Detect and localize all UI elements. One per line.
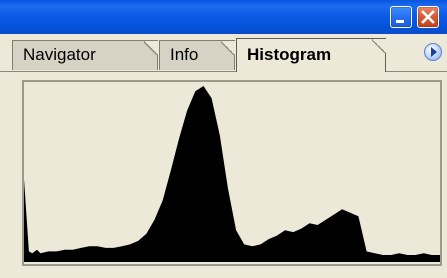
title-bar[interactable]: [0, 0, 447, 34]
histogram-palette-window: Navigator Info Histogram: [0, 0, 447, 278]
minimize-button[interactable]: [390, 6, 412, 28]
tab-info[interactable]: Info: [159, 40, 235, 70]
triangle-right-icon: [431, 47, 437, 57]
close-icon: [421, 10, 435, 24]
tab-strip: Navigator Info Histogram: [0, 34, 447, 72]
tab-corner: [144, 41, 158, 55]
histogram-area: [24, 86, 440, 262]
tab-corner: [372, 39, 386, 53]
palette-menu-button[interactable]: [424, 43, 442, 61]
histogram-panel: [0, 72, 447, 278]
tab-label: Histogram: [247, 45, 332, 64]
tab-label: Info: [170, 45, 199, 64]
histogram-chart: [24, 86, 440, 262]
tab-navigator[interactable]: Navigator: [12, 40, 158, 70]
tab-histogram[interactable]: Histogram: [236, 38, 386, 72]
tab-corner: [221, 41, 235, 55]
close-button[interactable]: [417, 6, 439, 28]
histogram-frame: [22, 80, 442, 266]
tab-label: Navigator: [23, 45, 96, 64]
